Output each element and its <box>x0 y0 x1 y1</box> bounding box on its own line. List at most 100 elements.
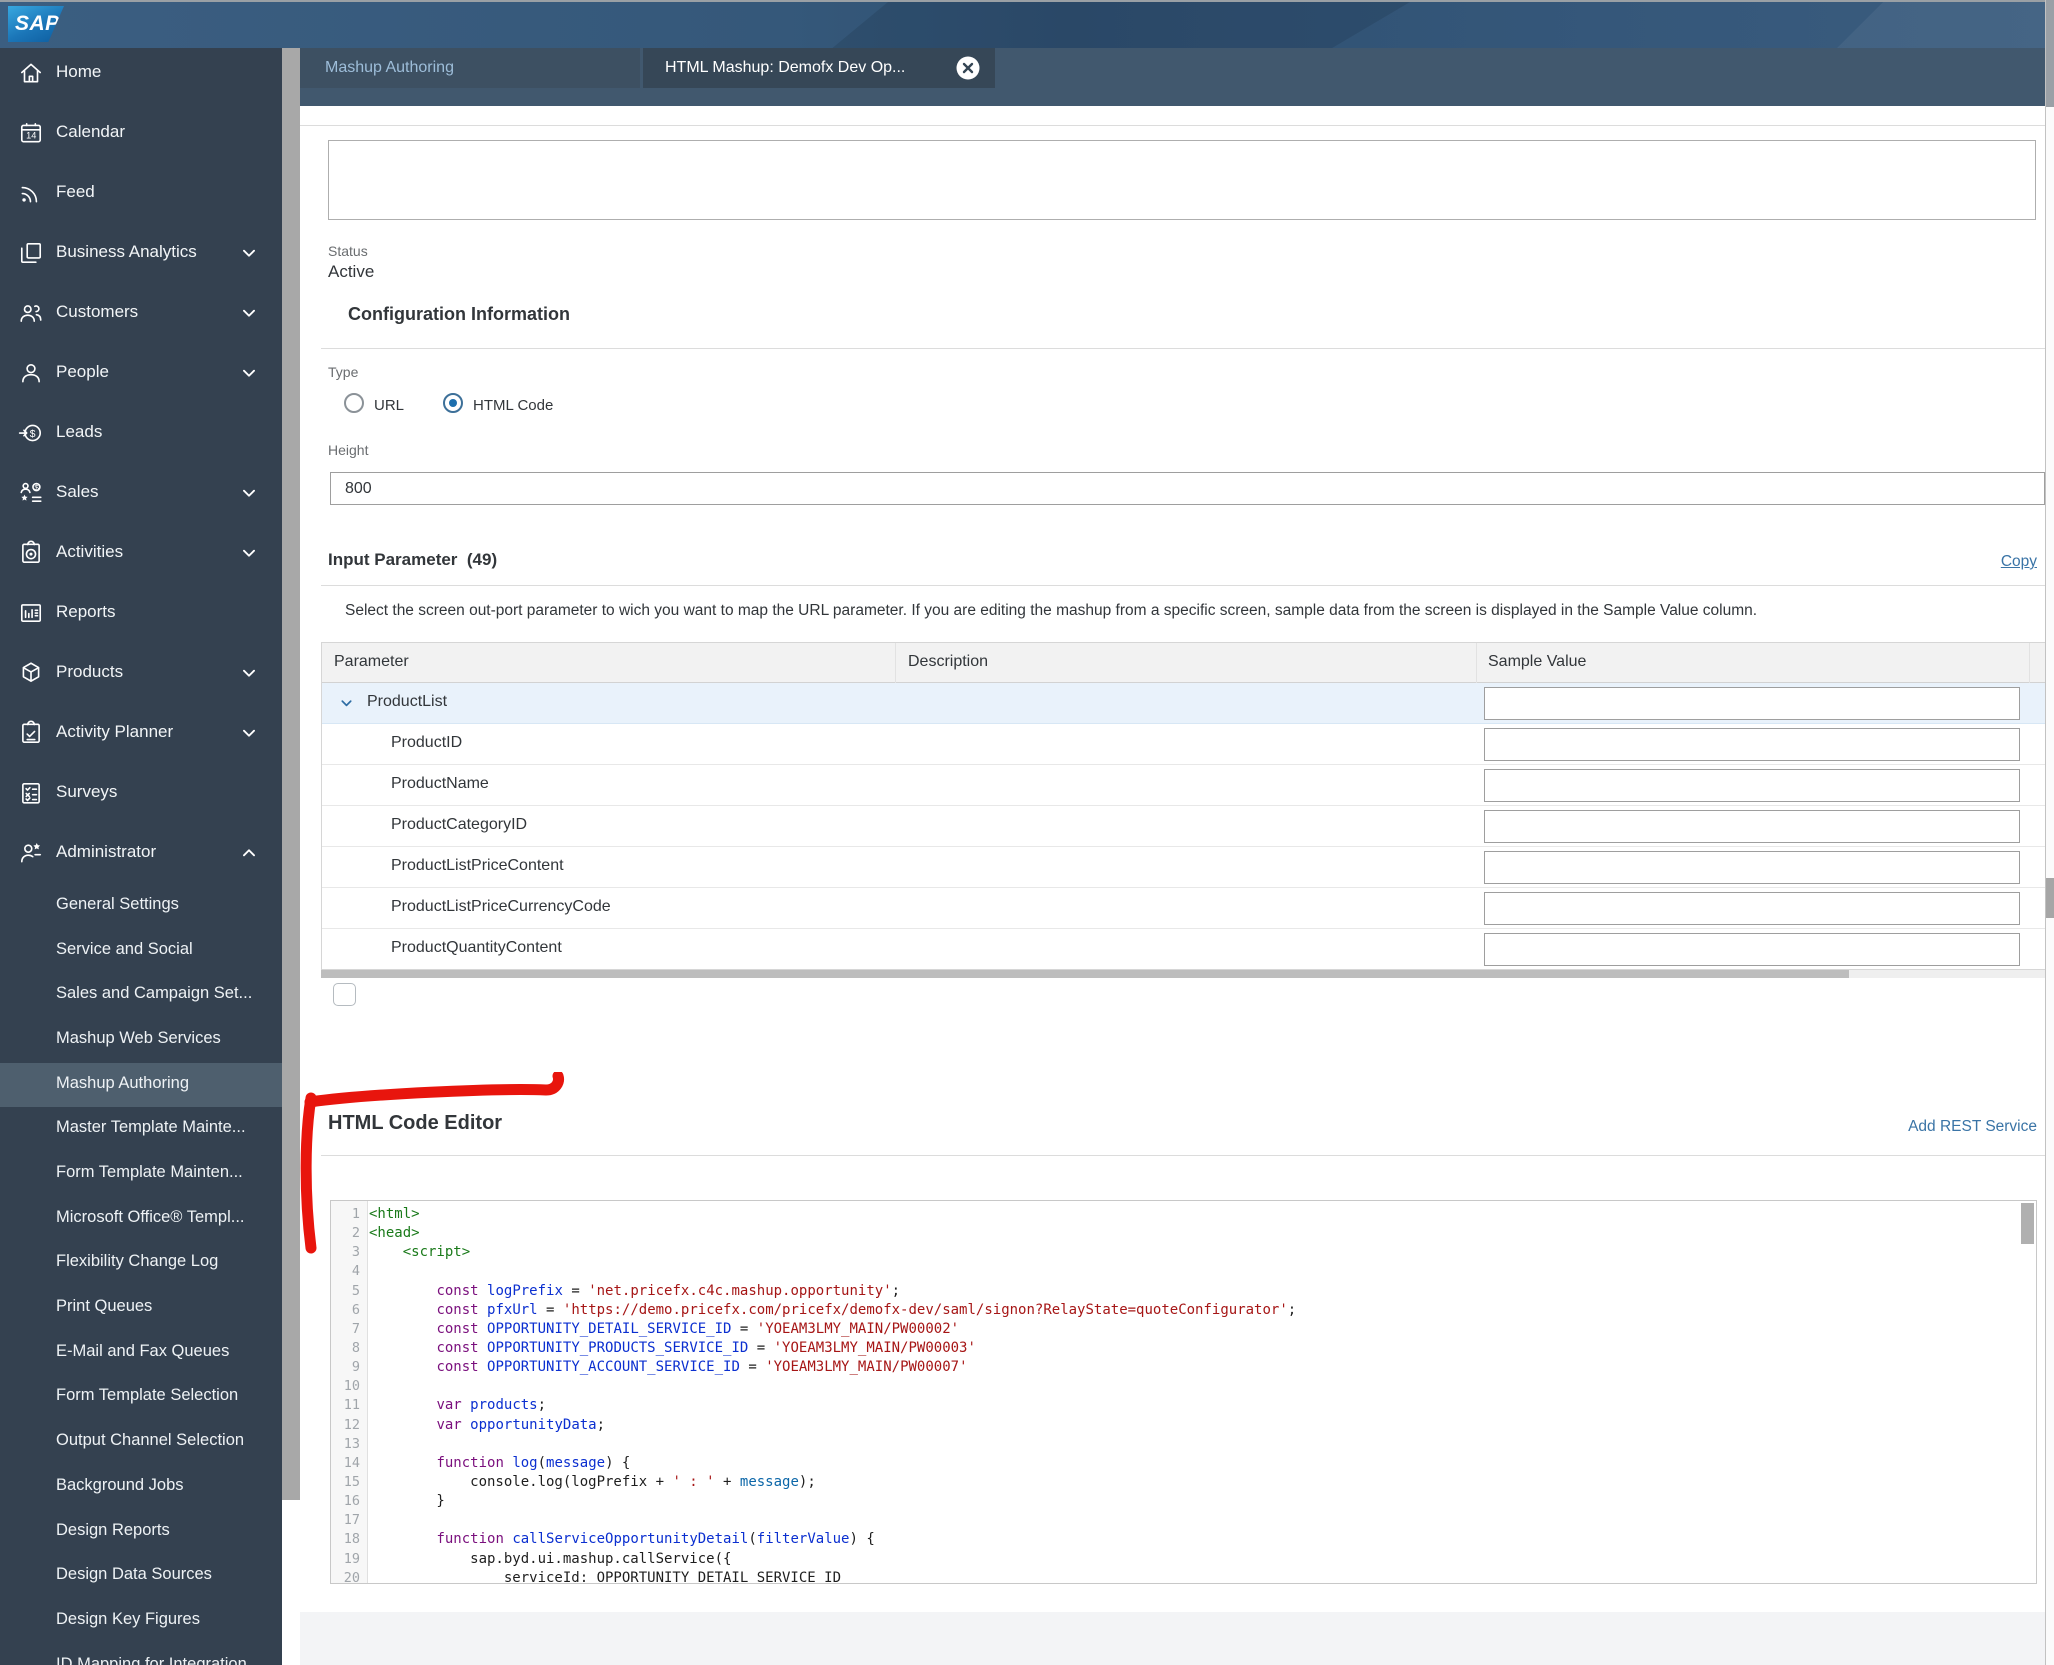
sidebar-item-label: Leads <box>56 422 103 441</box>
sidebar-item-surveys[interactable]: Surveys <box>0 771 282 815</box>
table-horizontal-scrollbar-thumb[interactable] <box>321 970 1849 978</box>
table-row[interactable]: ProductListPriceContent <box>322 847 2045 888</box>
sidebar-item-label: Business Analytics <box>56 242 197 261</box>
table-horizontal-scrollbar[interactable] <box>321 970 2046 978</box>
parameter-name: ProductListPriceCurrencyCode <box>391 898 611 915</box>
sidebar-subitem-label: E-Mail and Fax Queues <box>56 1342 230 1360</box>
parameter-name: ProductQuantityContent <box>391 939 562 956</box>
radio-html-code[interactable] <box>443 393 464 418</box>
divider <box>321 585 2046 586</box>
header-decoration <box>1835 2 2054 50</box>
column-header-description: Description <box>908 653 989 670</box>
chevron-down-icon <box>238 302 260 324</box>
sidebar-item-home[interactable]: Home <box>0 51 282 95</box>
sidebar-subitem-microsoft-office-templ[interactable]: Microsoft Office® Templ... <box>0 1197 282 1241</box>
sample-value-input[interactable] <box>1484 728 2020 761</box>
calendar-icon: 14 <box>18 120 44 146</box>
tab-bar: Mashup Authoring HTML Mashup: Demofx Dev… <box>300 48 2046 106</box>
sidebar-scrollbar-thumb[interactable] <box>282 48 300 1500</box>
divider <box>300 125 2046 126</box>
sidebar-subitem-design-key-figures[interactable]: Design Key Figures <box>0 1599 282 1643</box>
sidebar-subitem-mashup-web-services[interactable]: Mashup Web Services <box>0 1018 282 1062</box>
sidebar-subitem-form-template-mainten[interactable]: Form Template Mainten... <box>0 1152 282 1196</box>
sidebar-item-label: Activity Planner <box>56 722 174 741</box>
copy-link[interactable]: Copy <box>2001 553 2037 571</box>
sidebar-subitem-flexibility-change-log[interactable]: Flexibility Change Log <box>0 1241 282 1285</box>
column-header-sample-value: Sample Value <box>1488 653 1587 670</box>
sidebar-item-label: Activities <box>56 542 124 561</box>
sidebar-item-label: Feed <box>56 182 95 201</box>
sidebar-subitem-general-settings[interactable]: General Settings <box>0 884 282 928</box>
sidebar-item-reports[interactable]: Reports <box>0 591 282 635</box>
sidebar-item-customers[interactable]: Customers <box>0 291 282 335</box>
sample-value-input[interactable] <box>1484 687 2020 720</box>
sidebar: Home 14 Calendar Feed Business Analytics Cust… <box>0 48 282 1665</box>
radio-url[interactable] <box>344 393 364 418</box>
sales-icon: $ <box>18 480 44 506</box>
sidebar-subitem-label: Design Key Figures <box>56 1610 200 1628</box>
parameter-name: ProductListPriceContent <box>391 857 564 874</box>
sidebar-scrollbar[interactable] <box>282 48 300 1665</box>
chevron-down-icon <box>238 722 260 744</box>
sidebar-item-sales[interactable]: $ Sales <box>0 471 282 515</box>
sidebar-subitem-output-channel-selection[interactable]: Output Channel Selection <box>0 1420 282 1464</box>
parameter-table: Parameter Description Sample Value Produ… <box>321 642 2046 970</box>
add-rest-service-link[interactable]: Add REST Service <box>1908 1118 2037 1136</box>
sidebar-item-people[interactable]: People <box>0 351 282 395</box>
sidebar-item-label: Administrator <box>56 842 157 861</box>
sidebar-subitem-sales-and-campaign-set[interactable]: Sales and Campaign Set... <box>0 973 282 1017</box>
type-label: Type <box>328 364 359 380</box>
sidebar-item-calendar[interactable]: 14 Calendar <box>0 111 282 155</box>
chevron-down-icon[interactable] <box>339 696 354 711</box>
height-input[interactable] <box>330 472 2045 505</box>
sidebar-item-leads[interactable]: $ Leads <box>0 411 282 455</box>
table-row[interactable]: ProductCategoryID <box>322 806 2045 847</box>
code-editor[interactable]: 1 2 3 4 5 6 7 8 9 10 11 12 13 14 15 16 17 18 19 20 <html> <h… <box>330 1200 2037 1584</box>
table-row[interactable]: ProductName <box>322 765 2045 806</box>
input-parameter-count: (49) <box>466 550 498 569</box>
checkbox[interactable] <box>333 983 356 1006</box>
table-row[interactable]: ProductID <box>322 724 2045 765</box>
table-row[interactable]: ProductListPriceCurrencyCode <box>322 888 2045 929</box>
sidebar-subitem-e-mail-and-fax-queues[interactable]: E-Mail and Fax Queues <box>0 1331 282 1375</box>
chevron-down-icon <box>238 662 260 684</box>
sidebar-subitem-label: Service and Social <box>56 940 193 958</box>
table-row[interactable]: ProductList <box>322 683 2045 724</box>
sidebar-subitem-background-jobs[interactable]: Background Jobs <box>0 1465 282 1509</box>
tab-mashup-authoring[interactable]: Mashup Authoring <box>300 48 640 88</box>
sidebar-subitem-design-data-sources[interactable]: Design Data Sources <box>0 1554 282 1598</box>
sidebar-subitem-print-queues[interactable]: Print Queues <box>0 1286 282 1330</box>
people-icon <box>18 360 44 386</box>
sidebar-item-administrator[interactable]: Administrator <box>0 831 282 875</box>
page-scrollbar[interactable] <box>2045 0 2054 1665</box>
description-textarea[interactable] <box>328 140 2036 220</box>
tab-label: Mashup Authoring <box>325 59 454 76</box>
sidebar-item-activity-planner[interactable]: Activity Planner <box>0 711 282 755</box>
sidebar-subitem-master-template-mainte[interactable]: Master Template Mainte... <box>0 1107 282 1151</box>
table-row[interactable]: ProductQuantityContent <box>322 929 2045 969</box>
leads-icon: $ <box>18 420 44 446</box>
sidebar-subitem-mashup-authoring[interactable]: Mashup Authoring <box>0 1063 282 1107</box>
radio-url-label: URL <box>374 397 405 414</box>
sample-value-input[interactable] <box>1484 933 2020 966</box>
close-icon[interactable] <box>955 55 981 81</box>
sample-value-input[interactable] <box>1484 851 2020 884</box>
sidebar-item-feed[interactable]: Feed <box>0 171 282 215</box>
sidebar-subitem-service-and-social[interactable]: Service and Social <box>0 929 282 973</box>
reports-icon <box>18 600 44 626</box>
sidebar-item-activities[interactable]: Activities <box>0 531 282 575</box>
sidebar-subitem-id-mapping-for-integration[interactable]: ID Mapping for Integration <box>0 1644 282 1665</box>
editor-scrollbar-thumb[interactable] <box>2021 1203 2034 1244</box>
activities-icon <box>18 540 44 566</box>
page-scrollbar-thumb[interactable] <box>2046 878 2054 918</box>
sample-value-input[interactable] <box>1484 769 2020 802</box>
sidebar-subitem-design-reports[interactable]: Design Reports <box>0 1510 282 1554</box>
sample-value-input[interactable] <box>1484 810 2020 843</box>
sidebar-subitem-form-template-selection[interactable]: Form Template Selection <box>0 1375 282 1419</box>
tab-html-mashup[interactable]: HTML Mashup: Demofx Dev Op... <box>643 48 995 88</box>
sidebar-item-label: Customers <box>56 302 139 321</box>
sidebar-item-products[interactable]: Products <box>0 651 282 695</box>
sidebar-item-business-analytics[interactable]: Business Analytics <box>0 231 282 275</box>
sidebar-item-label: Surveys <box>56 782 118 801</box>
sample-value-input[interactable] <box>1484 892 2020 925</box>
